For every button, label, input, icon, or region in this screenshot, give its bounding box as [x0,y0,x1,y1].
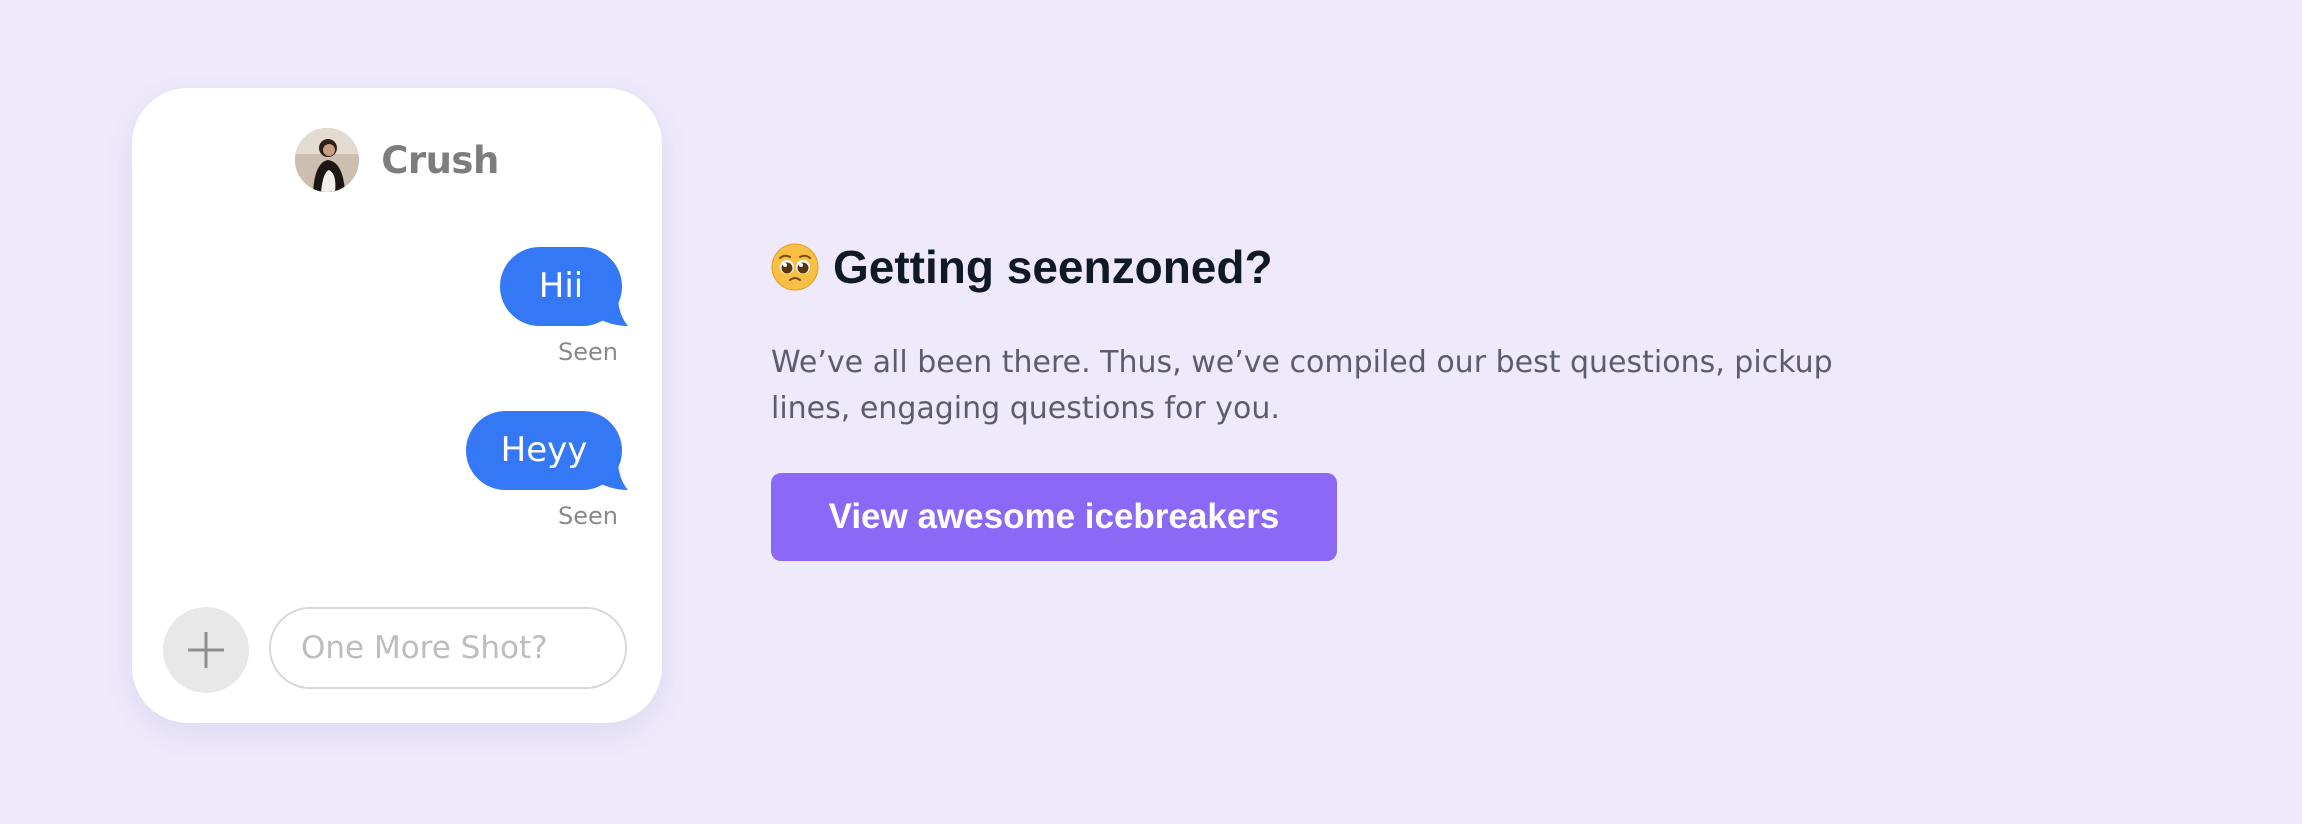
view-icebreakers-button[interactable]: View awesome icebreakers [771,473,1337,561]
promo-section: Getting seenzoned? We’ve all been there.… [771,240,1871,561]
page-title: Getting seenzoned? [771,240,1871,294]
description-text: We’ve all been there. Thus, we’ve compil… [771,345,1833,426]
pleading-face-icon [771,243,819,291]
chat-header: Crush [132,128,662,192]
title-text: Getting seenzoned? [833,241,1273,293]
message-status: Seen [558,502,618,530]
plus-icon [188,632,224,668]
chat-card: Crush Hii Seen Heyy Seen [132,88,662,723]
bubble-tail [594,286,628,326]
contact-name: Crush [381,138,499,182]
message-status: Seen [558,338,618,366]
message-input[interactable] [269,607,627,689]
attach-button[interactable] [163,607,249,693]
bubble-tail [594,450,628,490]
avatar[interactable] [295,128,360,192]
